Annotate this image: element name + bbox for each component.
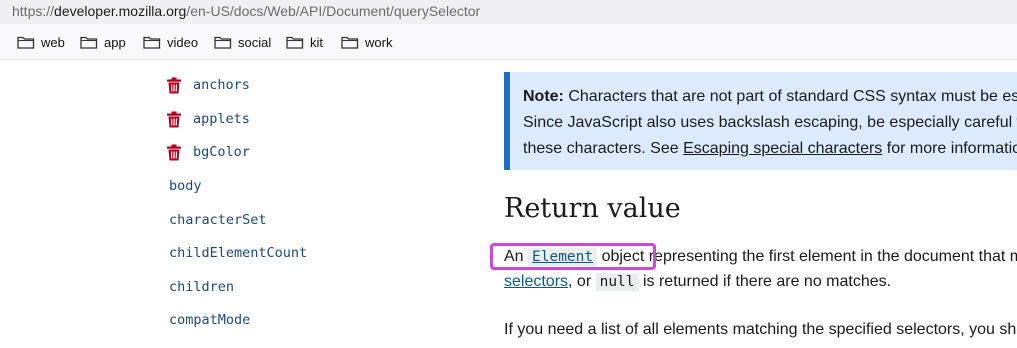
sidebar-item-label: body	[169, 178, 202, 194]
sidebar-item-applets[interactable]: applets	[166, 108, 250, 130]
folder-icon	[341, 36, 359, 49]
sidebar-item-bgcolor[interactable]: bgColor	[166, 141, 250, 163]
sidebar-item-label: characterSet	[169, 212, 267, 228]
folder-icon	[17, 36, 35, 49]
return-paragraph-1: An Element object representing the first…	[504, 248, 1017, 266]
bookmark-label: web	[41, 34, 65, 50]
url-host: developer.mozilla.org	[54, 3, 187, 19]
element-link[interactable]: Element	[528, 248, 598, 266]
para1-pre: An	[504, 248, 529, 265]
bookmark-social[interactable]: social	[214, 33, 271, 51]
sidebar-item-children[interactable]: children	[169, 276, 234, 298]
folder-icon	[214, 36, 232, 49]
bookmark-label: work	[365, 34, 393, 50]
note-line-3: these characters. See Escaping special c…	[523, 136, 1017, 162]
note-text-3-pre: these characters. See	[523, 140, 684, 157]
trash-icon	[167, 111, 181, 127]
sidebar-item-compatmode[interactable]: compatMode	[169, 309, 250, 331]
bookmark-label: app	[104, 34, 126, 50]
note-text-3-post: for more informatio	[882, 140, 1017, 157]
return-value-heading: Return value	[504, 193, 681, 224]
null-code: null	[595, 273, 639, 291]
bookmark-app[interactable]: app	[80, 33, 126, 51]
note-label: Note:	[523, 88, 564, 105]
sidebar-item-childelementcount[interactable]: childElementCount	[169, 242, 307, 264]
main-content: Note: Characters that are not part of st…	[480, 60, 1017, 348]
sidebar-item-label: children	[169, 279, 235, 295]
para2-post: is returned if there are no matches.	[638, 273, 892, 290]
bookmarks-toolbar: web app video social kit work	[0, 24, 1017, 60]
bookmark-label: social	[238, 34, 272, 50]
escaping-characters-link[interactable]: Escaping special characters	[683, 140, 882, 157]
bookmark-kit[interactable]: kit	[286, 33, 323, 51]
url-bar[interactable]: https://developer.mozilla.org/en-US/docs…	[0, 0, 1017, 24]
note-line-1: Note: Characters that are not part of st…	[523, 84, 1017, 110]
para1-post: object representing the first element in…	[597, 248, 1017, 265]
sidebar-item-characterset[interactable]: characterSet	[169, 209, 267, 231]
sidebar-item-label: childElementCount	[169, 245, 308, 261]
sidebar-item-anchors[interactable]: anchors	[166, 74, 250, 96]
sidebar-item-label: anchors	[193, 77, 250, 93]
sidebar-item-label: compatMode	[169, 312, 251, 328]
bookmark-label: video	[167, 34, 199, 50]
sidebar-item-label: applets	[193, 111, 250, 127]
folder-icon	[80, 36, 98, 49]
trash-icon	[167, 144, 181, 160]
folder-icon	[143, 36, 161, 49]
return-paragraph-3: If you need a list of all elements match…	[504, 321, 1017, 338]
sidebar-nav: anchors applets bgColor body characterSe…	[0, 60, 480, 348]
bookmark-work[interactable]: work	[341, 33, 392, 51]
sidebar-item-body[interactable]: body	[169, 175, 202, 197]
para2-mid: , or	[568, 273, 596, 290]
url-scheme: https://	[12, 3, 55, 19]
trash-icon	[167, 77, 181, 93]
return-paragraph-2: selectors, or null is returned if there …	[504, 273, 891, 291]
sidebar-item-label: bgColor	[193, 144, 250, 160]
note-line-2: Since JavaScript also uses backslash esc…	[523, 114, 1017, 131]
url-path: /en-US/docs/Web/API/Document/querySelect…	[186, 3, 481, 19]
bookmark-video[interactable]: video	[143, 33, 198, 51]
folder-icon	[286, 36, 304, 49]
selectors-link[interactable]: selectors	[504, 273, 568, 290]
note-text-1: Characters that are not part of standard…	[563, 88, 1017, 105]
bookmark-web[interactable]: web	[17, 33, 65, 51]
note-callout: Note: Characters that are not part of st…	[504, 72, 1017, 170]
bookmark-label: kit	[310, 34, 323, 50]
